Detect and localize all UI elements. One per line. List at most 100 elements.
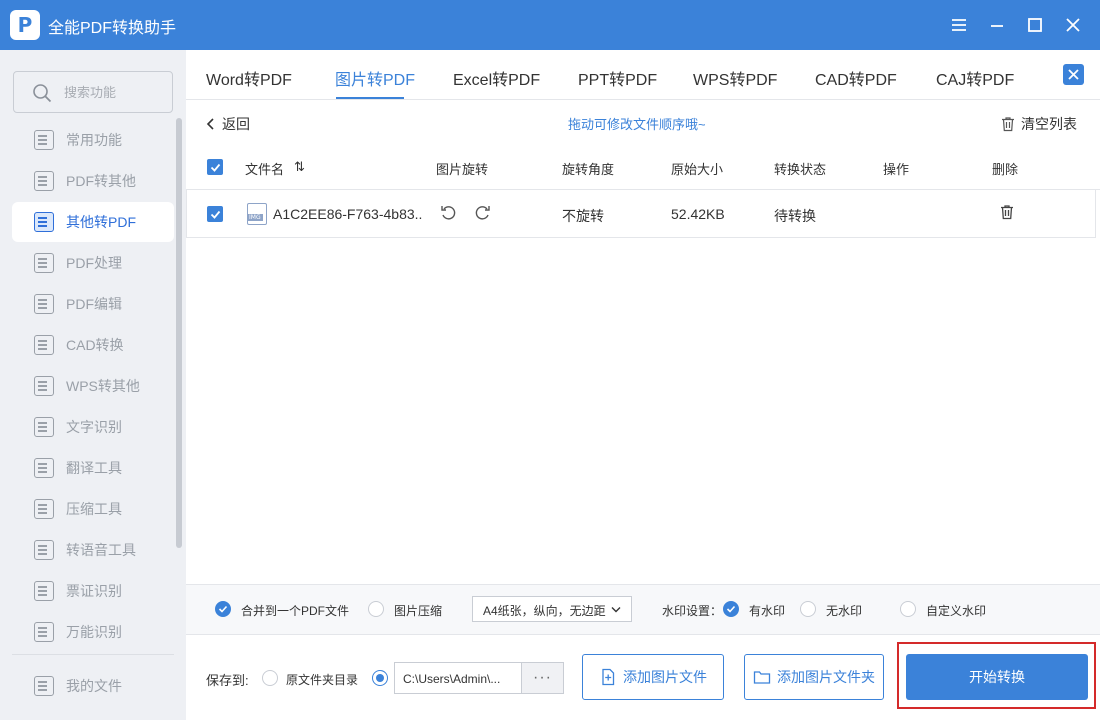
cad-convert-icon [34, 335, 54, 355]
my-files-icon [34, 676, 54, 696]
check-icon [218, 605, 228, 613]
sidebar-item-label: 翻译工具 [66, 460, 122, 476]
sidebar-item-pdf-edit[interactable]: PDF编辑 [12, 284, 174, 324]
minimize-icon[interactable] [982, 10, 1012, 40]
clear-list-label: 清空列表 [1021, 116, 1077, 132]
source-dir-radio[interactable] [262, 670, 278, 686]
tab-cad-to-pdf[interactable]: CAD转PDF [815, 66, 897, 90]
add-image-files-label: 添加图片文件 [623, 669, 707, 685]
pdf-edit-icon [34, 294, 54, 314]
sidebar-item-to-speech[interactable]: 转语音工具 [12, 530, 174, 570]
clear-list-button[interactable]: 清空列表 [1000, 114, 1077, 134]
sort-icon[interactable]: ⇅ [294, 159, 305, 175]
tab-ppt-to-pdf[interactable]: PPT转PDF [578, 66, 657, 90]
sidebar-item-label: 万能识别 [66, 624, 122, 640]
page-setting-value: A4纸张，纵向，无边距 [483, 604, 606, 618]
drag-hint: 拖动可修改文件顺序哦~ [568, 117, 706, 132]
image-file-icon: IMG [247, 203, 267, 225]
merge-pdf-checkbox[interactable] [215, 601, 231, 617]
sidebar-item-label: 其他转PDF [66, 214, 136, 230]
watermark-off-radio[interactable] [800, 601, 816, 617]
sidebar-item-label: 我的文件 [66, 678, 122, 694]
custom-dir-radio[interactable] [372, 670, 388, 686]
add-image-files-button[interactable]: 添加图片文件 [582, 654, 724, 700]
highlight-box [897, 642, 1096, 709]
search-input[interactable] [64, 82, 164, 102]
text-recognition-icon [34, 417, 54, 437]
check-icon [726, 605, 736, 613]
sidebar-item-label: 文字识别 [66, 419, 122, 435]
save-path-field[interactable]: C:\Users\Admin\... ··· [394, 662, 564, 694]
maximize-icon[interactable] [1020, 10, 1050, 40]
close-icon[interactable] [1058, 10, 1088, 40]
sidebar-divider [12, 654, 174, 655]
row-checkbox[interactable] [207, 206, 223, 222]
tab-image-to-pdf[interactable]: 图片转PDF [335, 66, 415, 90]
trash-icon [1002, 117, 1014, 132]
watermark-custom-radio[interactable] [900, 601, 916, 617]
header-action: 操作 [883, 162, 910, 177]
ticket-recognition-icon [34, 581, 54, 601]
sidebar-item-label: 票证识别 [66, 583, 122, 599]
compress-icon [34, 499, 54, 519]
sidebar-item-cad-convert[interactable]: CAD转换 [12, 325, 174, 365]
row-angle: 不旋转 [562, 208, 604, 224]
sidebar-item-pdf-process[interactable]: PDF处理 [12, 243, 174, 283]
header-angle: 旋转角度 [562, 162, 615, 177]
add-image-folder-button[interactable]: 添加图片文件夹 [744, 654, 884, 700]
rotate-left-icon[interactable] [440, 204, 458, 222]
tab-close-icon[interactable] [1063, 64, 1084, 85]
active-tab-indicator [336, 97, 404, 99]
rotate-right-icon[interactable] [473, 204, 491, 222]
sidebar-item-translate[interactable]: 翻译工具 [12, 448, 174, 488]
sidebar-item-my-files[interactable]: 我的文件 [12, 666, 174, 706]
sidebar-item-compress[interactable]: 压缩工具 [12, 489, 174, 529]
title-bar: P 全能PDF转换助手 [0, 0, 1100, 50]
menu-icon[interactable] [944, 10, 974, 40]
header-size: 原始大小 [671, 162, 724, 177]
sidebar-item-label: WPS转其他 [66, 378, 140, 394]
sidebar-item-universal-ocr[interactable]: 万能识别 [12, 612, 174, 652]
sidebar-item-label: PDF处理 [66, 255, 122, 271]
translate-icon [34, 458, 54, 478]
watermark-on-radio[interactable] [723, 601, 739, 617]
chevron-left-icon [206, 118, 214, 130]
table-header [186, 144, 1100, 190]
search-box[interactable] [13, 71, 173, 113]
sidebar-scrollbar[interactable] [176, 118, 182, 548]
sidebar-item-wps-to-other[interactable]: WPS转其他 [12, 366, 174, 406]
delete-row-icon[interactable] [999, 204, 1015, 220]
select-all-checkbox[interactable] [207, 159, 223, 175]
save-to-label: 保存到: [206, 673, 249, 688]
source-dir-label: 原文件夹目录 [286, 673, 359, 687]
image-compress-checkbox[interactable] [368, 601, 384, 617]
sidebar-item-ticket-ocr[interactable]: 票证识别 [12, 571, 174, 611]
folder-icon [753, 671, 771, 684]
merge-pdf-label: 合并到一个PDF文件 [241, 604, 350, 618]
pdf-to-other-icon [34, 171, 54, 191]
common-functions-icon [34, 130, 54, 150]
browse-button[interactable]: ··· [521, 663, 563, 693]
sidebar-item-label: PDF编辑 [66, 296, 122, 312]
speech-icon [34, 540, 54, 560]
back-button[interactable]: 返回 [206, 114, 250, 134]
watermark-off-label: 无水印 [826, 604, 863, 618]
sidebar-item-pdf-to-other[interactable]: PDF转其他 [12, 161, 174, 201]
sidebar-item-label: PDF转其他 [66, 173, 136, 189]
tab-excel-to-pdf[interactable]: Excel转PDF [453, 66, 540, 90]
tab-word-to-pdf[interactable]: Word转PDF [206, 66, 292, 90]
sidebar-item-common[interactable]: 常用功能 [12, 120, 174, 160]
row-status: 待转换 [774, 208, 816, 224]
sidebar-item-ocr[interactable]: 文字识别 [12, 407, 174, 447]
tab-caj-to-pdf[interactable]: CAJ转PDF [936, 66, 1014, 90]
app-title: 全能PDF转换助手 [48, 20, 177, 37]
tab-wps-to-pdf[interactable]: WPS转PDF [693, 66, 777, 90]
header-status: 转换状态 [774, 162, 827, 177]
universal-recognition-icon [34, 622, 54, 642]
watermark-on-label: 有水印 [749, 604, 786, 618]
header-rotate: 图片旋转 [436, 162, 489, 177]
row-filename: A1C2EE86-F763-4b83.. [273, 206, 423, 222]
sidebar-item-other-to-pdf[interactable]: 其他转PDF [12, 202, 174, 242]
other-to-pdf-icon [34, 212, 54, 232]
page-setting-select[interactable]: A4纸张，纵向，无边距 [472, 596, 632, 622]
